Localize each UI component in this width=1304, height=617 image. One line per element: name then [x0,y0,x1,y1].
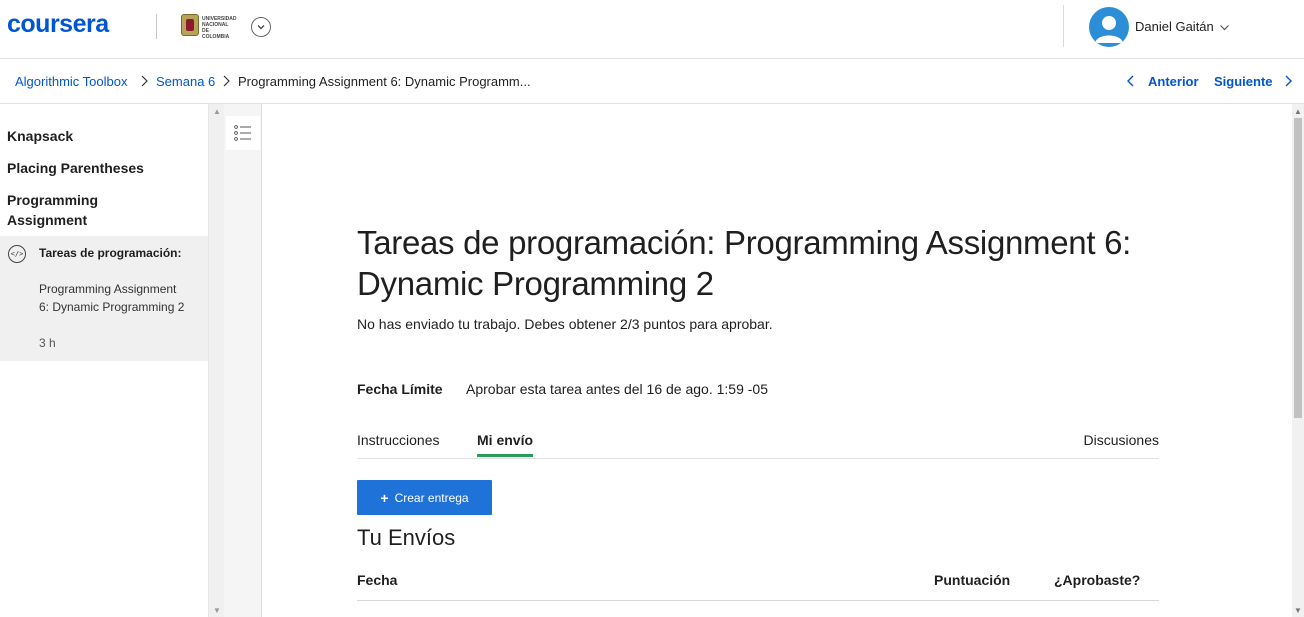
scrollbar-thumb[interactable] [1294,118,1302,418]
user-icon [1095,16,1123,43]
chevron-down-icon [257,25,265,30]
scroll-up-icon[interactable]: ▲ [1294,107,1302,116]
avatar[interactable] [1089,7,1129,47]
scroll-down-icon[interactable]: ▼ [1294,606,1302,615]
chevron-right-icon [223,75,230,87]
top-header: coursera UNIVERSIDAD NACIONAL DE COLOMBI… [0,0,1304,59]
chevron-down-icon[interactable] [1219,22,1230,33]
tab-instrucciones[interactable]: Instrucciones [357,432,439,454]
page-scrollbar[interactable]: ▲ ▼ [1292,104,1304,617]
user-name[interactable]: Daniel Gaitán [1135,19,1214,34]
chevron-right-icon[interactable] [1283,74,1293,88]
toggle-outline-button[interactable] [226,116,260,150]
column-header-aprobaste: ¿Aprobaste? [1054,572,1141,588]
breadcrumb-current: Programming Assignment 6: Dynamic Progra… [238,74,531,89]
submissions-heading: Tu Envíos [357,525,456,550]
tab-discusiones[interactable]: Discusiones [1084,432,1159,454]
column-header-puntuacion: Puntuación [934,572,1011,588]
user-divider [1063,5,1064,47]
sidebar-heading-programming-assignment[interactable]: Programming Assignment [7,190,147,230]
page-title: Tareas de programación: Programming Assi… [357,224,1132,302]
sidebar-item-duration: 3 h [39,336,56,350]
sidebar-item-subtitle: Programming Assignment 6: Dynamic Progra… [39,282,185,314]
sidebar-scrollbar[interactable]: ▲ ▼ [208,104,224,617]
tab-mi-envio[interactable]: Mi envío [477,432,534,457]
breadcrumb-course[interactable]: Algorithmic Toolbox [15,74,127,89]
university-logo[interactable]: UNIVERSIDAD NACIONAL DE COLOMBIA [181,14,237,40]
university-dropdown-button[interactable] [251,17,271,37]
sidebar-item-programming-assignment-6[interactable]: </> Tareas de programación: Programming … [0,236,208,361]
column-header-fecha: Fecha [357,572,398,588]
sidebar-heading-knapsack[interactable]: Knapsack [7,126,73,146]
coursera-logo[interactable]: coursera [7,10,109,39]
deadline-label: Fecha Límite [357,381,443,397]
assignment-tabs: Instrucciones Mi envío Discusiones [357,426,1159,459]
next-link[interactable]: Siguiente [1214,74,1273,89]
submissions-table-header: Fecha Puntuación ¿Aprobaste? [357,562,1159,601]
chevron-right-icon [141,75,148,87]
chevron-left-icon[interactable] [1126,74,1136,88]
course-sidebar: Knapsack Placing Parentheses Programming… [0,104,208,617]
submission-status: No has enviado tu trabajo. Debes obtener… [357,316,773,332]
create-submission-button[interactable]: + Crear entrega [357,480,492,515]
logo-divider [156,14,157,39]
sidebar-heading-placing-parentheses[interactable]: Placing Parentheses [7,158,144,178]
list-icon [234,125,251,141]
toc-strip [224,104,262,617]
sidebar-item-title: Tareas de programación: [39,246,182,260]
deadline-value: Aprobar esta tarea antes del 16 de ago. … [466,381,768,397]
plus-icon: + [380,489,389,506]
main-content: Tareas de programación: Programming Assi… [263,104,1292,617]
previous-link[interactable]: Anterior [1148,74,1199,89]
university-name: UNIVERSIDAD NACIONAL DE COLOMBIA [202,16,237,40]
create-submission-label: Crear entrega [394,490,469,505]
breadcrumb-week[interactable]: Semana 6 [156,74,215,89]
code-icon: </> [8,245,26,263]
university-seal-icon [181,14,199,36]
scroll-down-icon[interactable]: ▼ [213,606,221,615]
scroll-up-icon[interactable]: ▲ [213,107,221,116]
breadcrumb: Algorithmic Toolbox Semana 6 Programming… [0,59,1304,104]
